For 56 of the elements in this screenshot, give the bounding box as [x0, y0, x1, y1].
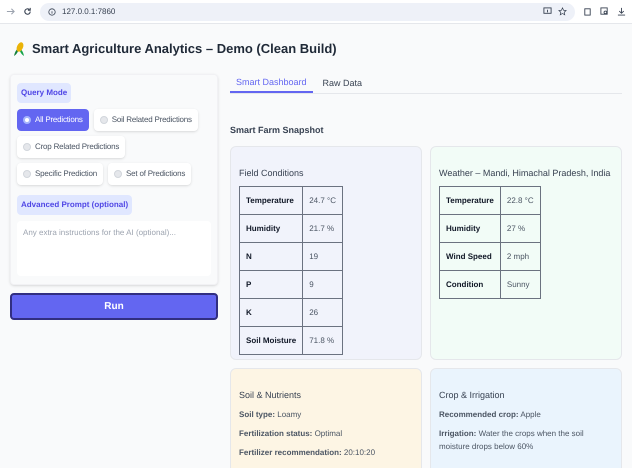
table-cell: 71.8 %: [302, 326, 343, 354]
download-icon[interactable]: [617, 7, 626, 16]
table-cell: Condition: [440, 270, 500, 298]
table-cell: Humidity: [240, 214, 303, 242]
tab[interactable]: Smart Dashboard: [230, 74, 313, 93]
radio-option[interactable]: Set of Predictions: [108, 163, 192, 185]
card-title: Field Conditions: [239, 166, 305, 180]
info-line: Fertilizer recommendation: 20:10:20: [239, 447, 376, 459]
table-cell: 27 %: [500, 214, 540, 242]
radio-icon: [23, 116, 31, 124]
table-cell: 9: [302, 270, 343, 298]
page-title: Smart Agriculture Analytics – Demo (Clean Build): [32, 40, 337, 58]
run-button[interactable]: Run: [10, 293, 218, 320]
section-label: Advanced Prompt (optional): [17, 195, 132, 215]
radio-icon: [100, 116, 108, 124]
table-cell: 19: [302, 242, 343, 270]
table-cell: 22.8 °C: [500, 186, 540, 214]
table-cell: Temperature: [240, 186, 303, 214]
section-label: Query Mode: [17, 83, 72, 103]
table-cell: K: [240, 298, 303, 326]
radio-icon: [23, 170, 31, 178]
table-cell: 26: [302, 298, 343, 326]
table-cell: Wind Speed: [440, 242, 500, 270]
info-line: Irrigation: Water the crops when the soil moisture drops below 60%: [439, 428, 585, 453]
table-cell: Temperature: [440, 186, 500, 214]
radio-option[interactable]: Crop Related Predictions: [17, 136, 126, 158]
install-icon[interactable]: [543, 7, 552, 16]
radio-icon: [114, 170, 122, 178]
address-bar[interactable]: 127.0.0.1:7860: [40, 2, 575, 20]
table-cell: 24.7 °C: [302, 186, 343, 214]
card-title: Crop & Irrigation: [439, 388, 506, 402]
table-cell: Soil Moisture: [240, 326, 303, 354]
card-title: Soil & Nutrients: [239, 388, 302, 402]
info-line: Soil type: Loamy: [239, 409, 302, 421]
info-icon: [48, 8, 56, 16]
radio-option[interactable]: Specific Prediction: [17, 163, 104, 185]
table-cell: 2 mph: [500, 242, 540, 270]
card-title: Weather – Mandi, Himachal Pradesh, India: [439, 166, 612, 180]
radio-option[interactable]: All Predictions: [17, 109, 89, 131]
table-cell: 21.7 %: [302, 214, 343, 242]
tab[interactable]: Raw Data: [316, 74, 368, 93]
reload-icon[interactable]: [23, 7, 32, 16]
star-icon[interactable]: [558, 7, 567, 16]
tab-search-icon[interactable]: [600, 7, 609, 16]
corn-icon: [12, 41, 26, 57]
prompt-field[interactable]: Any extra instructions for the AI (optional)...: [17, 221, 211, 276]
table-cell: P: [240, 270, 303, 298]
table-cell: N: [240, 242, 303, 270]
table-cell: Humidity: [440, 214, 500, 242]
radio-option[interactable]: Soil Related Predictions: [94, 109, 198, 131]
table-cell: Sunny: [500, 270, 540, 298]
radio-icon: [23, 143, 31, 151]
section-heading: Smart Farm Snapshot: [230, 124, 325, 137]
url-text: 127.0.0.1:7860: [62, 6, 116, 18]
info-line: Fertilization status: Optimal: [239, 428, 344, 440]
info-line: Recommended crop: Apple: [439, 409, 542, 421]
